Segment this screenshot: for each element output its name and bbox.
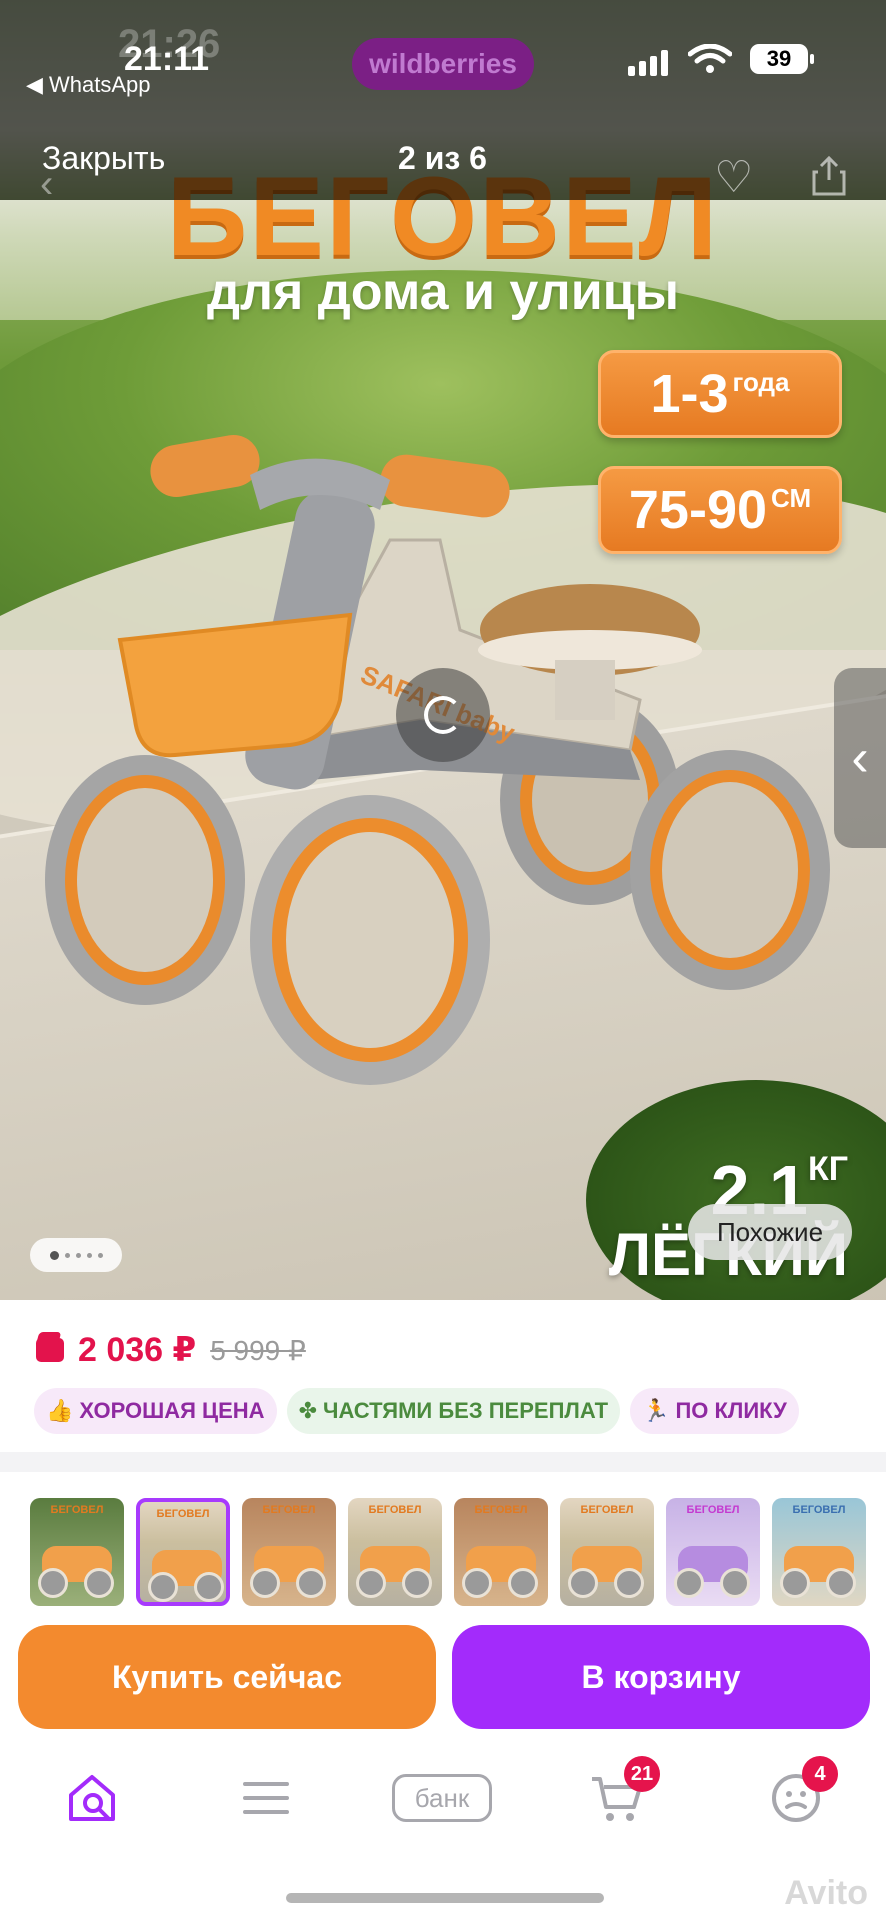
tab-home-search[interactable]	[42, 1748, 142, 1848]
close-button[interactable]: Закрыть	[42, 140, 165, 177]
rear-wheel-near	[630, 750, 830, 990]
similar-button[interactable]: Похожие	[688, 1204, 852, 1260]
thumbnail-2-selected[interactable]: БЕГОВЕЛ	[136, 1498, 230, 1606]
chevron-left-icon[interactable]: ‹	[834, 668, 886, 848]
clover-icon: ✤	[298, 1398, 317, 1423]
add-to-cart-button[interactable]: В корзину	[452, 1625, 870, 1729]
thumbnail-title: БЕГОВЕЛ	[686, 1504, 740, 1516]
menu-icon	[243, 1782, 289, 1814]
tag-installments[interactable]: ✤ ЧАСТЯМИ БЕЗ ПЕРЕПЛАТ	[286, 1388, 621, 1434]
avito-watermark: Avito	[784, 1874, 868, 1912]
thumbnail-6[interactable]: БЕГОВЕЛ	[560, 1498, 654, 1606]
cellular-signal-icon	[628, 50, 668, 76]
image-viewer-header: ‹ Закрыть 2 из 6 ♡	[0, 122, 886, 206]
thumbnail-1[interactable]: БЕГОВЕЛ	[30, 1498, 124, 1606]
favorite-heart-icon[interactable]: ♡	[714, 152, 753, 203]
share-icon[interactable]	[812, 156, 846, 196]
thumbnail-8[interactable]: БЕГОВЕЛ	[772, 1498, 866, 1606]
balance-bike-illustration: SAFARI baby	[45, 434, 830, 1085]
thumbnail-7[interactable]: БЕГОВЕЛ	[666, 1498, 760, 1606]
tab-cart[interactable]: 21	[568, 1748, 668, 1848]
thumbnail-title: БЕГОВЕЛ	[156, 1508, 210, 1520]
thumbnail-title: БЕГОВЕЛ	[580, 1504, 634, 1516]
thumbnail-strip: БЕГОВЕЛ БЕГОВЕЛ БЕГОВЕЛ БЕГОВЕЛ БЕГОВЕЛ …	[30, 1498, 886, 1608]
loading-spinner-icon	[396, 668, 490, 762]
tag-good-price[interactable]: 👍 ХОРОШАЯ ЦЕНА	[34, 1388, 277, 1434]
tab-bank[interactable]: банк	[392, 1748, 492, 1848]
home-search-icon	[69, 1775, 115, 1821]
price-row: 2 036 ₽ 5 999 ₽	[36, 1330, 306, 1370]
home-indicator[interactable]	[286, 1893, 604, 1903]
wallet-icon	[36, 1338, 64, 1362]
wifi-icon	[688, 44, 732, 73]
thumbnail-title: БЕГОВЕЛ	[262, 1504, 316, 1516]
tag-label: ХОРОШАЯ ЦЕНА	[79, 1398, 265, 1423]
tab-catalog[interactable]	[216, 1748, 316, 1848]
back-to-app-link[interactable]: ◀ WhatsApp	[26, 72, 151, 98]
battery-indicator: 39	[750, 44, 814, 74]
thumbnail-title: БЕГОВЕЛ	[50, 1504, 104, 1516]
section-divider	[0, 1452, 886, 1472]
hero-subtitle: для дома и улицы	[206, 263, 680, 321]
tag-label: ПО КЛИКУ	[675, 1398, 787, 1423]
product-tags: 👍 ХОРОШАЯ ЦЕНА ✤ ЧАСТЯМИ БЕЗ ПЕРЕПЛАТ 🏃 …	[34, 1388, 799, 1434]
thumbnail-title: БЕГОВЕЛ	[368, 1504, 422, 1516]
age-unit: года	[732, 367, 790, 397]
left-grip	[150, 434, 260, 498]
bottom-tab-bar: банк 21 4	[0, 1748, 886, 1858]
thumbnail-title: БЕГОВЕЛ	[474, 1504, 528, 1516]
thumbnail-5[interactable]: БЕГОВЕЛ	[454, 1498, 548, 1606]
thumbs-up-icon: 👍	[46, 1398, 74, 1423]
thumbnail-4[interactable]: БЕГОВЕЛ	[348, 1498, 442, 1606]
age-value: 1-3	[650, 364, 729, 424]
tag-label: ЧАСТЯМИ БЕЗ ПЕРЕПЛАТ	[323, 1398, 609, 1423]
tag-one-click[interactable]: 🏃 ПО КЛИКУ	[630, 1388, 799, 1434]
running-person-icon: 🏃	[642, 1398, 670, 1423]
bike-basket	[117, 612, 353, 758]
front-wheel-far	[45, 755, 245, 1005]
thumbnail-title: БЕГОВЕЛ	[792, 1504, 846, 1516]
thumbnail-3[interactable]: БЕГОВЕЛ	[242, 1498, 336, 1606]
buy-now-button[interactable]: Купить сейчас	[18, 1625, 436, 1729]
front-wheel-near	[250, 795, 490, 1085]
image-counter: 2 из 6	[398, 140, 487, 176]
current-price: 2 036 ₽	[78, 1331, 197, 1369]
old-price: 5 999 ₽	[210, 1334, 306, 1366]
cart-badge: 21	[624, 1756, 660, 1792]
profile-badge: 4	[802, 1756, 838, 1792]
right-grip	[380, 454, 510, 518]
status-bar: 21:26 21:11 ◀ WhatsApp wildberries 39	[0, 0, 886, 122]
wildberries-logo: wildberries	[352, 38, 534, 90]
tab-profile[interactable]: 4	[746, 1748, 846, 1848]
bank-label: банк	[392, 1774, 492, 1822]
image-pager-dots	[30, 1238, 122, 1272]
weight-unit: КГ	[807, 1150, 848, 1188]
